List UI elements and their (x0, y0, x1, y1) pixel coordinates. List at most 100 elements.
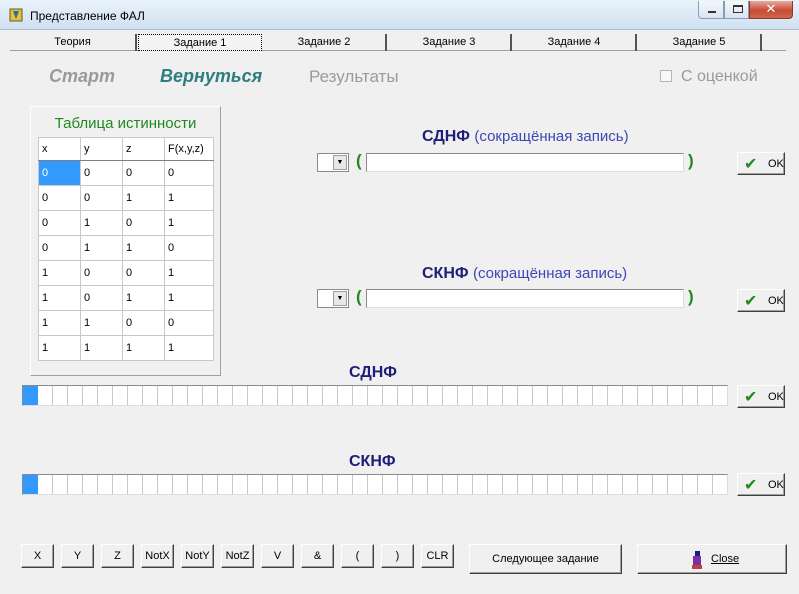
strip-cell[interactable] (578, 475, 593, 494)
close-button[interactable]: Close (637, 544, 787, 574)
strip-cell[interactable] (548, 386, 563, 405)
table-cell[interactable]: 1 (38, 260, 81, 286)
strip-cell[interactable] (323, 386, 338, 405)
strip-cell[interactable] (623, 475, 638, 494)
strip-cell[interactable] (68, 386, 83, 405)
strip-cell[interactable] (143, 475, 158, 494)
strip-cell[interactable] (548, 475, 563, 494)
strip-cell[interactable] (158, 386, 173, 405)
strip-cell[interactable] (293, 475, 308, 494)
table-cell[interactable]: 0 (80, 260, 123, 286)
strip-cell[interactable] (698, 475, 713, 494)
table-cell[interactable]: 1 (80, 310, 123, 336)
strip-cell[interactable] (398, 386, 413, 405)
window-close-button[interactable]: ✕ (749, 1, 793, 19)
strip-cell[interactable] (443, 475, 458, 494)
strip-cell[interactable] (233, 386, 248, 405)
strip-cell[interactable] (458, 386, 473, 405)
strip-cell[interactable] (533, 475, 548, 494)
table-cell[interactable]: 1 (38, 310, 81, 336)
table-cell[interactable]: 1 (164, 185, 214, 211)
strip-cell[interactable] (68, 475, 83, 494)
strip-cell[interactable] (353, 386, 368, 405)
table-cell[interactable]: 1 (164, 285, 214, 311)
strip-cell[interactable] (188, 386, 203, 405)
strip-cell[interactable] (473, 475, 488, 494)
strip-cell[interactable] (233, 475, 248, 494)
strip-cell[interactable] (278, 386, 293, 405)
strip-cell[interactable] (113, 475, 128, 494)
strip-cell[interactable] (248, 475, 263, 494)
table-cell[interactable]: 1 (122, 335, 165, 361)
tab-task-2[interactable]: Задание 2 (263, 34, 387, 51)
strip-cell[interactable] (128, 475, 143, 494)
key-and-button[interactable]: & (301, 544, 334, 568)
strip-cell[interactable] (533, 386, 548, 405)
table-cell[interactable]: 0 (38, 235, 81, 261)
strip-cell[interactable] (638, 386, 653, 405)
checkbox-box[interactable] (660, 70, 672, 82)
start-link[interactable]: Старт (49, 66, 115, 87)
strip-cell[interactable] (218, 475, 233, 494)
strip-cell[interactable] (353, 475, 368, 494)
strip-cell[interactable] (683, 475, 698, 494)
next-task-button[interactable]: Следующее задание (469, 544, 622, 574)
table-cell[interactable]: 0 (122, 260, 165, 286)
table-cell[interactable]: 1 (164, 210, 214, 236)
strip-cell[interactable] (488, 475, 503, 494)
strip-cell[interactable] (158, 475, 173, 494)
strip-cell[interactable] (713, 475, 727, 494)
sknf-operator-select[interactable]: ▼ (317, 289, 349, 308)
table-cell[interactable]: 0 (38, 210, 81, 236)
strip-cell[interactable] (308, 386, 323, 405)
strip-cell[interactable] (473, 386, 488, 405)
strip-cell[interactable] (263, 386, 278, 405)
strip-cell[interactable] (698, 386, 713, 405)
results-link[interactable]: Результаты (309, 67, 399, 87)
strip-cell[interactable] (53, 386, 68, 405)
strip-cell[interactable] (53, 475, 68, 494)
strip-cell[interactable] (503, 475, 518, 494)
key-close-paren-button[interactable]: ) (381, 544, 414, 568)
maximize-button[interactable] (724, 1, 749, 19)
key-open-paren-button[interactable]: ( (341, 544, 374, 568)
table-cell[interactable]: 0 (164, 310, 214, 336)
strip-cell[interactable] (428, 475, 443, 494)
strip-cell[interactable] (248, 386, 263, 405)
sdnf-short-ok-button[interactable]: ✔ OK (737, 152, 785, 175)
key-notx-button[interactable]: NotX (141, 544, 174, 568)
strip-cell[interactable] (338, 386, 353, 405)
table-cell[interactable]: 0 (164, 160, 214, 186)
tab-task-1[interactable]: Задание 1 (138, 34, 262, 51)
key-x-button[interactable]: X (21, 544, 54, 568)
strip-cell[interactable] (653, 475, 668, 494)
sdnf-short-input[interactable] (366, 153, 684, 172)
strip-cell[interactable] (593, 386, 608, 405)
table-cell[interactable]: 0 (38, 160, 81, 186)
minimize-button[interactable] (698, 1, 724, 19)
sdnf-full-ok-button[interactable]: ✔ OK (737, 385, 785, 408)
key-notz-button[interactable]: NotZ (221, 544, 254, 568)
strip-cell[interactable] (383, 386, 398, 405)
strip-cell[interactable] (578, 386, 593, 405)
table-cell[interactable]: 1 (164, 335, 214, 361)
table-cell[interactable]: 0 (80, 285, 123, 311)
strip-cell[interactable] (203, 386, 218, 405)
strip-cell[interactable] (113, 386, 128, 405)
strip-cell[interactable] (173, 475, 188, 494)
strip-cell[interactable] (278, 475, 293, 494)
strip-cell[interactable] (608, 475, 623, 494)
table-cell[interactable]: 1 (122, 285, 165, 311)
strip-cell[interactable] (563, 475, 578, 494)
strip-cell[interactable] (203, 475, 218, 494)
strip-cell[interactable] (593, 475, 608, 494)
truth-table[interactable]: x y z F(x,y,z) 0000001101010110100110111… (38, 137, 214, 361)
strip-cell[interactable] (683, 386, 698, 405)
strip-cell[interactable] (83, 386, 98, 405)
strip-cell[interactable] (713, 386, 727, 405)
strip-cell[interactable] (263, 475, 278, 494)
strip-cell[interactable] (563, 386, 578, 405)
key-clear-button[interactable]: CLR (421, 544, 454, 568)
strip-cell[interactable] (443, 386, 458, 405)
strip-cell[interactable] (338, 475, 353, 494)
